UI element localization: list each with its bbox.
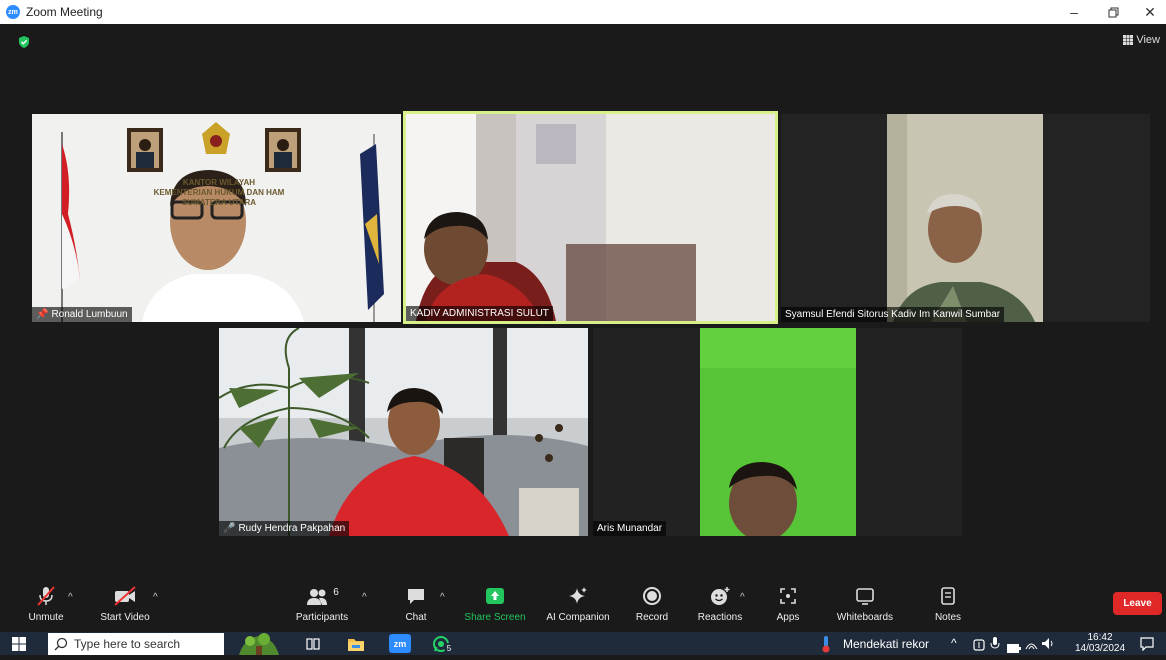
taskbar-clock[interactable]: 16:42 14/03/2024 bbox=[1075, 632, 1125, 654]
video-options-chevron-icon[interactable]: ^ bbox=[153, 592, 158, 603]
clock-time: 16:42 bbox=[1087, 632, 1113, 643]
video-feed bbox=[32, 114, 401, 322]
participant-name-label: 📌 Ronald Lumbuun bbox=[32, 307, 132, 322]
search-placeholder: Type here to search bbox=[74, 637, 181, 651]
chat-icon bbox=[405, 584, 427, 608]
tray-battery-icon[interactable] bbox=[1007, 640, 1021, 658]
participants-chevron-icon[interactable]: ^ bbox=[362, 592, 367, 603]
grid-view-icon bbox=[1123, 35, 1134, 45]
zoom-app-icon: zm bbox=[6, 5, 20, 19]
video-tile-ronald[interactable]: KANTOR WILAYAH KEMENTERIAN HUKUM DAN HAM… bbox=[32, 114, 401, 322]
video-tile-syamsul[interactable]: Syamsul Efendi Sitorus Kadiv Im Kanwil S… bbox=[781, 114, 1150, 322]
chat-button[interactable]: Chat bbox=[376, 584, 456, 623]
chat-chevron-icon[interactable]: ^ bbox=[440, 592, 445, 603]
close-icon[interactable]: ✕ bbox=[1134, 0, 1166, 24]
clock-date: 14/03/2024 bbox=[1075, 643, 1126, 654]
window-title: Zoom Meeting bbox=[26, 5, 103, 19]
whiteboard-icon bbox=[854, 584, 876, 608]
file-explorer-icon[interactable] bbox=[347, 636, 365, 657]
apps-icon bbox=[777, 584, 799, 608]
search-icon bbox=[54, 637, 68, 651]
reactions-chevron-icon[interactable]: ^ bbox=[740, 592, 745, 603]
view-label: View bbox=[1136, 34, 1160, 46]
whiteboards-button[interactable]: Whiteboards bbox=[825, 584, 905, 623]
participant-name-label: Syamsul Efendi Sitorus Kadiv Im Kanwil S… bbox=[781, 307, 1005, 322]
minimize-icon[interactable]: – bbox=[1058, 0, 1090, 24]
security-shield-icon[interactable] bbox=[18, 36, 30, 48]
notifications-icon[interactable] bbox=[1140, 637, 1154, 656]
share-screen-button[interactable]: Share Screen bbox=[455, 584, 535, 623]
apps-button[interactable]: Apps bbox=[748, 584, 828, 623]
notes-icon bbox=[937, 584, 959, 608]
audio-options-chevron-icon[interactable]: ^ bbox=[68, 592, 73, 603]
video-tile-rudy[interactable]: 🎤 Rudy Hendra Pakpahan bbox=[219, 328, 588, 536]
video-feed bbox=[406, 114, 775, 321]
muted-mic-icon bbox=[35, 584, 57, 608]
participants-count: 6 bbox=[333, 586, 339, 598]
restore-icon[interactable] bbox=[1097, 0, 1129, 24]
participants-icon: 6 bbox=[305, 584, 339, 608]
window-titlebar: zm Zoom Meeting bbox=[0, 0, 1166, 24]
windows-start-icon[interactable] bbox=[12, 637, 26, 656]
view-button[interactable]: View bbox=[1123, 34, 1160, 46]
tray-volume-icon[interactable] bbox=[1041, 637, 1054, 655]
weather-text[interactable]: Mendekati rekor bbox=[843, 637, 929, 651]
task-view-icon[interactable] bbox=[305, 636, 321, 657]
ai-companion-button[interactable]: AI Companion bbox=[538, 584, 618, 623]
participant-name-label: 🎤 Rudy Hendra Pakpahan bbox=[219, 521, 350, 536]
tray-wifi-icon[interactable] bbox=[1025, 637, 1038, 655]
participants-button[interactable]: 6 Participants bbox=[282, 584, 362, 624]
muted-mic-icon: 🎤 bbox=[223, 523, 236, 534]
zoom-taskbar-icon[interactable]: zm bbox=[389, 634, 411, 653]
start-video-button[interactable]: Start Video bbox=[85, 584, 165, 623]
participant-name-label: Aris Munandar bbox=[593, 521, 667, 536]
video-feed bbox=[781, 114, 1150, 322]
tray-mic-icon[interactable] bbox=[990, 637, 1000, 656]
video-feed bbox=[219, 328, 588, 536]
backdrop-text: KANTOR WILAYAH KEMENTERIAN HUKUM DAN HAM… bbox=[153, 178, 285, 207]
tray-chevron-icon[interactable]: ^ bbox=[951, 636, 957, 650]
taskbar-search-box[interactable]: Type here to search bbox=[48, 633, 224, 655]
search-highlight-icon[interactable] bbox=[234, 632, 284, 655]
pin-icon: 📌 bbox=[36, 309, 49, 320]
unmute-button[interactable]: Unmute bbox=[6, 584, 86, 623]
notes-button[interactable]: Notes bbox=[908, 584, 988, 623]
reactions-icon bbox=[709, 584, 731, 608]
video-feed bbox=[593, 328, 962, 536]
video-off-icon bbox=[113, 584, 137, 608]
whatsapp-badge: 5 bbox=[444, 643, 454, 653]
video-tile-aris[interactable]: Aris Munandar bbox=[593, 328, 962, 536]
video-tile-kadiv-sulut[interactable]: KADIV ADMINISTRASI SULUT bbox=[403, 111, 778, 324]
share-screen-icon bbox=[484, 584, 506, 608]
tray-network-icon[interactable] bbox=[973, 638, 985, 656]
ai-companion-icon bbox=[567, 584, 589, 608]
leave-button[interactable]: Leave bbox=[1113, 592, 1162, 615]
participant-name-label: KADIV ADMINISTRASI SULUT bbox=[406, 306, 553, 321]
record-icon bbox=[641, 584, 663, 608]
